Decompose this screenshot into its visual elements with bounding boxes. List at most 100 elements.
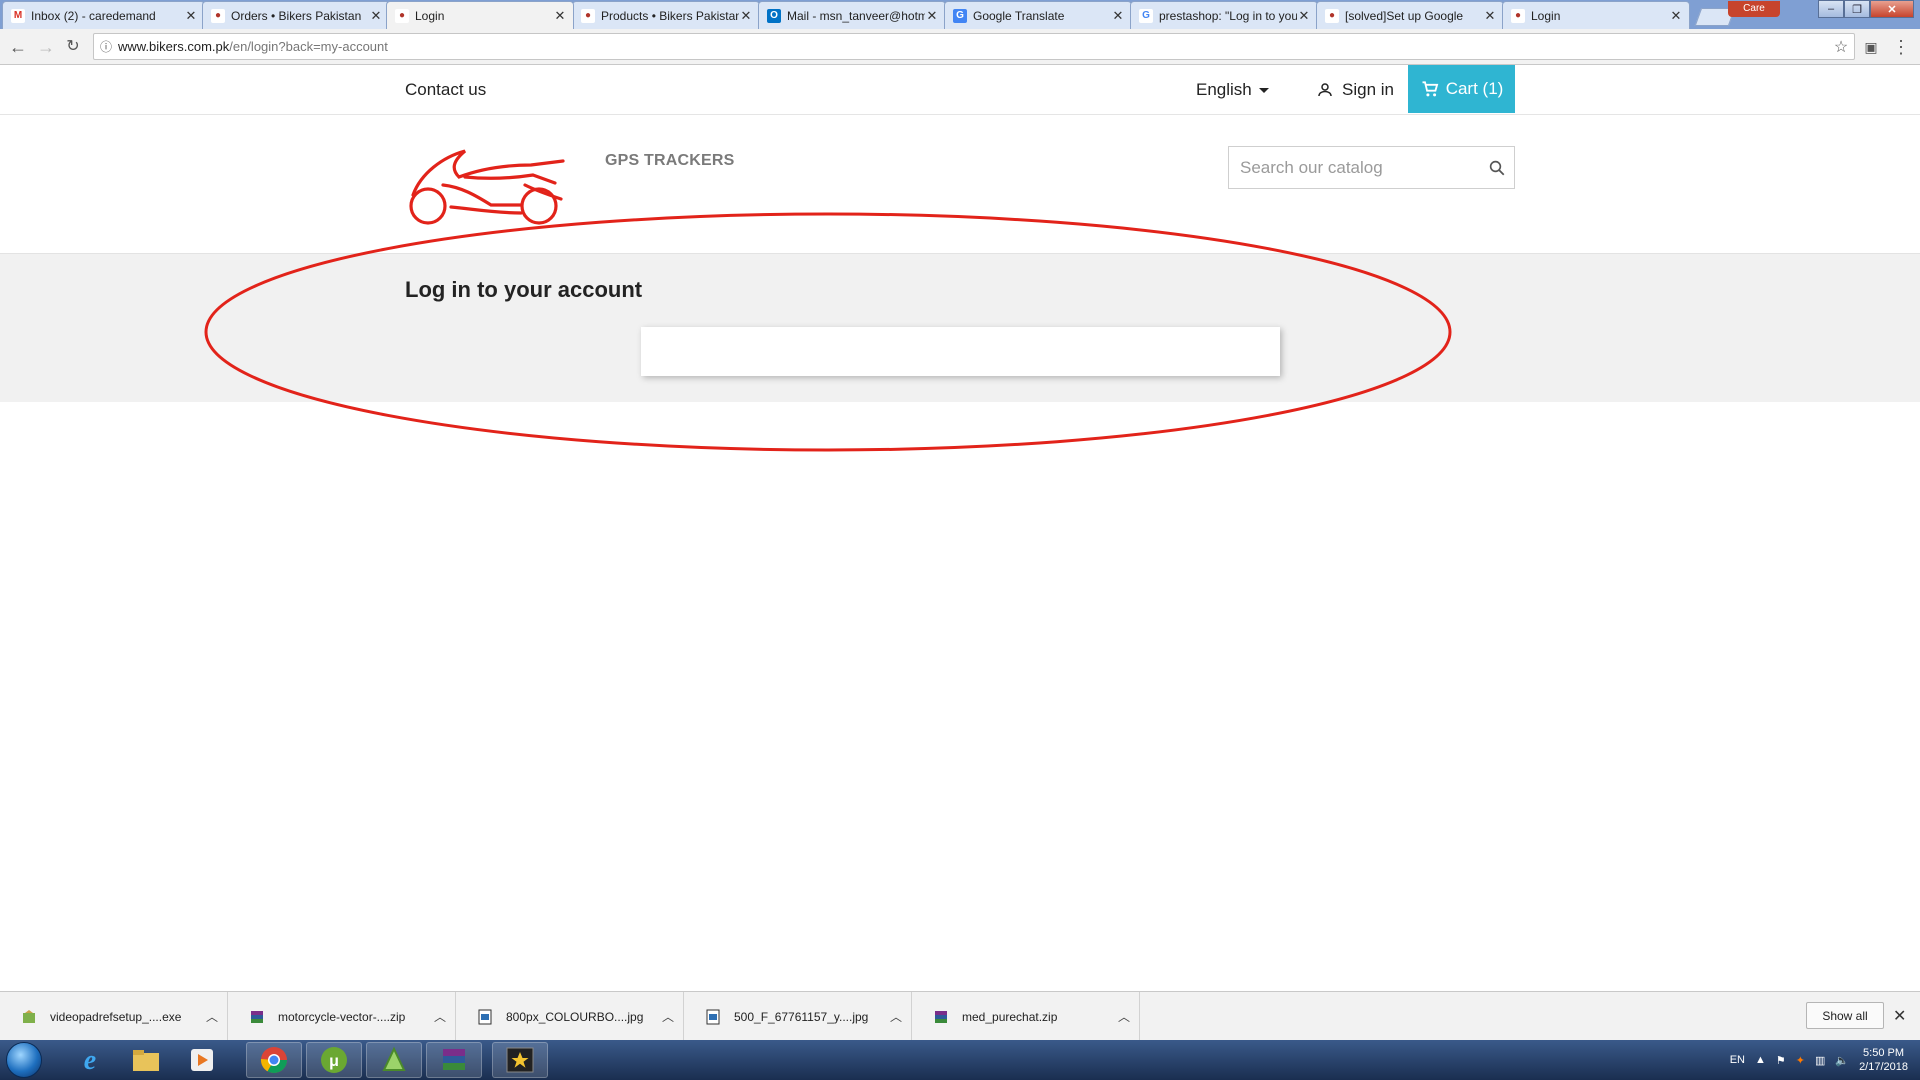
prestashop-icon: ● bbox=[395, 8, 409, 23]
download-item[interactable]: 500_F_67761157_y....jpg ︿ bbox=[684, 992, 912, 1041]
sign-in-link[interactable]: Sign in bbox=[1316, 80, 1394, 100]
site-top-nav: Contact us English Sign in Cart (1) bbox=[0, 65, 1920, 115]
search-icon[interactable] bbox=[1480, 159, 1514, 177]
close-window-button[interactable]: ✕ bbox=[1870, 0, 1914, 18]
download-item[interactable]: videopadrefsetup_....exe ︿ bbox=[0, 992, 228, 1041]
avast-icon[interactable]: ✦ bbox=[1796, 1054, 1805, 1067]
windows-taskbar: e μ EN ▲ ⚑ ✦ ▥ 🔈 5:50 PM 2/17/2018 bbox=[0, 1040, 1920, 1080]
camera-extension-icon[interactable]: ▣ bbox=[1861, 37, 1881, 57]
search-input[interactable] bbox=[1240, 157, 1480, 178]
browser-toolbar: ← → ↻ ⓘ www.bikers.com.pk/en/login?back=… bbox=[0, 29, 1920, 65]
clock[interactable]: 5:50 PM 2/17/2018 bbox=[1859, 1046, 1908, 1074]
google-icon: G bbox=[1139, 8, 1153, 23]
tab-login-2[interactable]: ● Login ✕ bbox=[1502, 1, 1690, 29]
menu-kebab-icon[interactable]: ⋮ bbox=[1891, 37, 1911, 57]
info-icon[interactable]: ⓘ bbox=[94, 38, 118, 55]
image-file-icon bbox=[704, 1008, 722, 1026]
close-tab-icon[interactable]: ✕ bbox=[1483, 8, 1497, 24]
clock-date: 2/17/2018 bbox=[1859, 1061, 1908, 1073]
language-selector[interactable]: English bbox=[1196, 80, 1269, 100]
close-shelf-icon[interactable]: ✕ bbox=[1893, 1006, 1906, 1026]
archive-icon bbox=[932, 1008, 950, 1026]
gmail-icon: M bbox=[11, 8, 25, 23]
chrome-icon[interactable] bbox=[246, 1042, 302, 1078]
address-bar[interactable]: ⓘ www.bikers.com.pk/en/login?back=my-acc… bbox=[93, 33, 1855, 60]
close-tab-icon[interactable]: ✕ bbox=[1669, 8, 1683, 24]
clock-time: 5:50 PM bbox=[1863, 1047, 1905, 1059]
archive-icon bbox=[248, 1008, 266, 1026]
svg-text:e: e bbox=[84, 1045, 96, 1075]
close-tab-icon[interactable]: ✕ bbox=[369, 8, 383, 24]
user-icon bbox=[1318, 83, 1332, 97]
chevron-up-icon[interactable]: ︿ bbox=[425, 1008, 455, 1025]
restore-button[interactable]: ❐ bbox=[1844, 0, 1870, 18]
tab-google-translate[interactable]: G Google Translate ✕ bbox=[944, 1, 1132, 29]
back-arrow-icon[interactable]: ← bbox=[8, 37, 28, 57]
reload-icon[interactable]: ↻ bbox=[63, 37, 83, 57]
contact-us-link[interactable]: Contact us bbox=[405, 80, 486, 100]
prestashop-icon: ● bbox=[1325, 8, 1339, 23]
window-controls: – ❐ ✕ bbox=[1818, 0, 1914, 18]
bookmark-star-icon[interactable]: ☆ bbox=[1828, 37, 1854, 57]
site-header: GPS TRACKERS bbox=[0, 115, 1920, 253]
tab-inbox[interactable]: M Inbox (2) - caredemand ✕ bbox=[2, 1, 205, 29]
internet-explorer-icon[interactable]: e bbox=[62, 1042, 118, 1078]
cart-icon bbox=[1422, 81, 1438, 97]
network-icon[interactable]: ▥ bbox=[1815, 1054, 1825, 1067]
page-title: Log in to your account bbox=[405, 277, 643, 302]
close-tab-icon[interactable]: ✕ bbox=[925, 8, 939, 24]
url-host: www.bikers.com.pk bbox=[118, 39, 230, 54]
download-shelf: videopadrefsetup_....exe ︿ motorcycle-ve… bbox=[0, 991, 1920, 1041]
tab-solved[interactable]: ● [solved]Set up Google ✕ bbox=[1316, 1, 1504, 29]
winrar-icon[interactable] bbox=[426, 1042, 482, 1078]
profile-badge[interactable]: Care bbox=[1728, 1, 1780, 17]
close-tab-icon[interactable]: ✕ bbox=[184, 8, 198, 24]
tab-products[interactable]: ● Products • Bikers Pakistan ✕ bbox=[572, 1, 760, 29]
installer-icon bbox=[20, 1008, 38, 1026]
page-content: Log in to your account bbox=[0, 253, 1920, 402]
browser-tab-strip: M Inbox (2) - caredemand ✕ ● Orders • Bi… bbox=[0, 0, 1920, 29]
download-item[interactable]: med_purechat.zip ︿ bbox=[912, 992, 1140, 1041]
tab-google-search[interactable]: G prestashop: "Log in to your ✕ bbox=[1130, 1, 1318, 29]
close-tab-icon[interactable]: ✕ bbox=[739, 8, 753, 24]
close-tab-icon[interactable]: ✕ bbox=[1297, 8, 1311, 24]
outlook-icon: O bbox=[767, 8, 781, 23]
chevron-up-icon[interactable]: ︿ bbox=[197, 1008, 227, 1025]
prestashop-icon: ● bbox=[1511, 8, 1525, 23]
motorcycle-logo-icon[interactable] bbox=[403, 143, 568, 231]
translate-icon: G bbox=[953, 8, 967, 23]
input-language[interactable]: EN bbox=[1730, 1054, 1745, 1066]
start-button[interactable] bbox=[6, 1042, 42, 1078]
volume-icon[interactable]: 🔈 bbox=[1835, 1054, 1849, 1067]
tab-mail[interactable]: O Mail - msn_tanveer@hotmail ✕ bbox=[758, 1, 946, 29]
prestashop-icon: ● bbox=[211, 8, 225, 23]
utorrent-icon[interactable]: μ bbox=[306, 1042, 362, 1078]
tab-orders[interactable]: ● Orders • Bikers Pakistan ✕ bbox=[202, 1, 390, 29]
cart-button[interactable]: Cart (1) bbox=[1408, 65, 1515, 113]
chevron-up-icon[interactable]: ︿ bbox=[881, 1008, 911, 1025]
close-tab-icon[interactable]: ✕ bbox=[553, 8, 567, 24]
download-item[interactable]: 800px_COLOURBO....jpg ︿ bbox=[456, 992, 684, 1041]
download-item[interactable]: motorcycle-vector-....zip ︿ bbox=[228, 992, 456, 1041]
tray-expand-icon[interactable]: ▲ bbox=[1755, 1054, 1766, 1066]
chevron-up-icon[interactable]: ︿ bbox=[1109, 1008, 1139, 1025]
caret-down-icon bbox=[1258, 87, 1269, 93]
show-all-downloads-button[interactable]: Show all bbox=[1806, 1002, 1884, 1029]
web-page: Contact us English Sign in Cart (1) GPS … bbox=[0, 65, 1920, 991]
minimize-button[interactable]: – bbox=[1818, 0, 1844, 18]
menu-gps-trackers[interactable]: GPS TRACKERS bbox=[605, 152, 735, 170]
video-editor-icon[interactable] bbox=[492, 1042, 548, 1078]
file-explorer-icon[interactable] bbox=[118, 1042, 174, 1078]
login-form-box bbox=[641, 327, 1280, 376]
close-tab-icon[interactable]: ✕ bbox=[1111, 8, 1125, 24]
media-player-icon[interactable] bbox=[174, 1042, 230, 1078]
tab-login-active[interactable]: ● Login ✕ bbox=[386, 1, 574, 29]
forward-arrow-icon[interactable]: → bbox=[36, 37, 56, 57]
image-file-icon bbox=[476, 1008, 494, 1026]
system-tray: EN ▲ ⚑ ✦ ▥ 🔈 5:50 PM 2/17/2018 bbox=[1730, 1040, 1920, 1080]
inkscape-icon[interactable] bbox=[366, 1042, 422, 1078]
chevron-up-icon[interactable]: ︿ bbox=[653, 1008, 683, 1025]
svg-text:μ: μ bbox=[329, 1053, 339, 1070]
flag-icon[interactable]: ⚑ bbox=[1776, 1054, 1786, 1067]
sign-in-label: Sign in bbox=[1342, 80, 1394, 99]
